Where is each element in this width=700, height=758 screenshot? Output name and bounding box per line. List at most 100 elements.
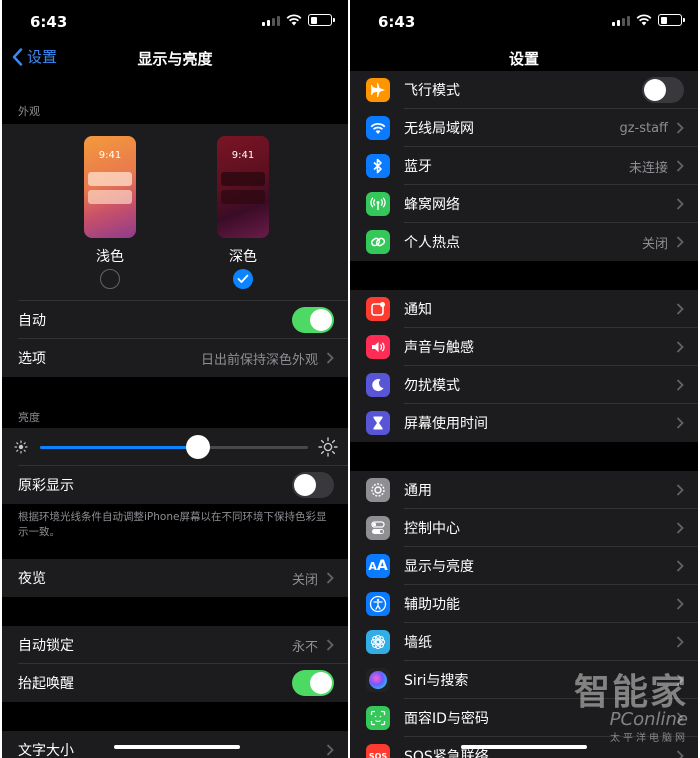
notifications-label: 通知 bbox=[404, 302, 432, 318]
bluetooth-label: 蓝牙 bbox=[404, 159, 432, 175]
auto-toggle[interactable] bbox=[292, 307, 334, 333]
signal-icon bbox=[612, 15, 630, 26]
night-shift-label: 夜览 bbox=[18, 571, 46, 587]
settings-row-wallpaper[interactable]: 墙纸 bbox=[350, 623, 698, 661]
airplane-toggle[interactable] bbox=[642, 77, 684, 103]
settings-row-airplane: 飞行模式 bbox=[350, 71, 698, 109]
light-preview-time: 9:41 bbox=[98, 150, 122, 161]
appearance-header: 外观 bbox=[2, 103, 348, 119]
chevron-right-icon bbox=[676, 417, 684, 429]
chevron-right-icon bbox=[676, 341, 684, 353]
chevron-right-icon bbox=[326, 352, 334, 364]
chevron-right-icon bbox=[676, 303, 684, 315]
status-bar: 6:43 bbox=[350, 0, 698, 40]
auto-lock-row[interactable]: 自动锁定 永不 bbox=[2, 626, 348, 664]
chevron-right-icon bbox=[676, 236, 684, 248]
chevron-right-icon bbox=[676, 750, 684, 758]
text-size-label: 文字大小 bbox=[18, 743, 74, 758]
options-row[interactable]: 选项 日出前保持深色外观 bbox=[2, 339, 348, 377]
home-indicator[interactable] bbox=[114, 745, 240, 749]
control-center-label: 控制中心 bbox=[404, 521, 460, 537]
notifications-icon bbox=[366, 297, 390, 321]
dark-preview[interactable]: 9:41 bbox=[217, 136, 269, 238]
settings-row-screen-time[interactable]: 屏幕使用时间 bbox=[350, 404, 698, 442]
bluetooth-value: 未连接 bbox=[628, 160, 668, 176]
brightness-slider-thumb[interactable] bbox=[186, 435, 211, 459]
chevron-right-icon bbox=[676, 522, 684, 534]
wifi-icon bbox=[366, 116, 390, 140]
hourglass-icon bbox=[366, 411, 390, 435]
moon-icon bbox=[366, 373, 390, 397]
display-label: 显示与亮度 bbox=[404, 559, 474, 575]
chevron-right-icon bbox=[676, 484, 684, 496]
settings-row-wifi[interactable]: 无线局域网 gz-staff bbox=[350, 109, 698, 147]
status-bar: 6:43 bbox=[2, 0, 348, 40]
light-label: 浅色 bbox=[96, 249, 124, 265]
siri-icon bbox=[366, 668, 390, 692]
wifi-status-icon bbox=[286, 14, 302, 26]
chevron-right-icon bbox=[676, 379, 684, 391]
settings-row-sounds[interactable]: 声音与触感 bbox=[350, 328, 698, 366]
airplane-icon bbox=[366, 78, 390, 102]
night-shift-group: 夜览 关闭 bbox=[2, 559, 348, 597]
notifications-group: 通知 声音与触感 勿扰模式 屏幕使用时间 bbox=[350, 290, 698, 442]
text-size-icon: AA bbox=[366, 554, 390, 578]
night-shift-row[interactable]: 夜览 关闭 bbox=[2, 559, 348, 597]
battery-icon bbox=[658, 14, 685, 26]
chevron-right-icon bbox=[676, 560, 684, 572]
accessibility-icon bbox=[366, 592, 390, 616]
page-title: 设置 bbox=[508, 50, 539, 68]
light-radio[interactable] bbox=[100, 269, 120, 289]
cellular-label: 蜂窝网络 bbox=[404, 197, 460, 213]
lock-group: 自动锁定 永不 抬起唤醒 bbox=[2, 626, 348, 702]
dnd-label: 勿扰模式 bbox=[404, 378, 460, 394]
brightness-fill bbox=[40, 446, 199, 449]
dark-preview-time: 9:41 bbox=[231, 150, 255, 161]
settings-row-cellular[interactable]: 蜂窝网络 bbox=[350, 185, 698, 223]
settings-screen: 6:43 设置 飞行模式 无线局域网 gz-staff 蓝牙 未连接 蜂窝网络 … bbox=[350, 0, 698, 758]
hotspot-label: 个人热点 bbox=[404, 235, 460, 251]
wifi-value: gz-staff bbox=[619, 120, 668, 136]
display-brightness-screen: 6:43 设置 显示与亮度 外观 9:41 浅色 9:41 深色 自动 选项 日… bbox=[2, 0, 348, 758]
battery-icon bbox=[308, 14, 335, 26]
status-time: 6:43 bbox=[30, 13, 68, 31]
settings-row-control-center[interactable]: 控制中心 bbox=[350, 509, 698, 547]
chevron-right-icon bbox=[676, 160, 684, 172]
dark-radio[interactable] bbox=[233, 269, 253, 289]
light-preview[interactable]: 9:41 bbox=[84, 136, 136, 238]
watermark: 智能家 PConline 太平洋电脑网 bbox=[573, 672, 688, 745]
settings-row-hotspot[interactable]: 个人热点 关闭 bbox=[350, 223, 698, 261]
signal-icon bbox=[262, 15, 280, 26]
settings-row-notifications[interactable]: 通知 bbox=[350, 290, 698, 328]
home-indicator[interactable] bbox=[461, 745, 587, 749]
settings-row-display[interactable]: AA 显示与亮度 bbox=[350, 547, 698, 585]
options-value: 日出前保持深色外观 bbox=[200, 352, 318, 368]
settings-row-accessibility[interactable]: 辅助功能 bbox=[350, 585, 698, 623]
flower-icon bbox=[366, 630, 390, 654]
settings-row-dnd[interactable]: 勿扰模式 bbox=[350, 366, 698, 404]
chevron-right-icon bbox=[676, 598, 684, 610]
true-tone-row: 原彩显示 bbox=[2, 466, 348, 504]
hotspot-icon bbox=[366, 230, 390, 254]
settings-row-general[interactable]: 通用 bbox=[350, 471, 698, 509]
options-label: 选项 bbox=[18, 351, 46, 367]
sun-small-icon bbox=[14, 440, 28, 454]
true-tone-label: 原彩显示 bbox=[18, 478, 74, 494]
settings-row-bluetooth[interactable]: 蓝牙 未连接 bbox=[350, 147, 698, 185]
night-shift-value: 关闭 bbox=[291, 572, 318, 588]
cellular-icon bbox=[366, 192, 390, 216]
raise-to-wake-toggle[interactable] bbox=[292, 670, 334, 696]
status-time: 6:43 bbox=[378, 13, 416, 31]
airplane-label: 飞行模式 bbox=[404, 83, 460, 99]
brightness-slider-row bbox=[2, 428, 348, 466]
watermark-line1: 智能家 bbox=[573, 672, 688, 713]
speaker-icon bbox=[366, 335, 390, 359]
face-id-icon bbox=[366, 706, 390, 730]
wifi-label: 无线局域网 bbox=[404, 121, 474, 137]
chevron-right-icon bbox=[326, 744, 334, 756]
raise-to-wake-row: 抬起唤醒 bbox=[2, 664, 348, 702]
hotspot-value: 关闭 bbox=[641, 236, 668, 252]
true-tone-toggle[interactable] bbox=[292, 472, 334, 498]
true-tone-footnote: 根据环境光线条件自动调整iPhone屏幕以在不同环境下保持色彩显示一致。 bbox=[18, 511, 327, 538]
chevron-right-icon bbox=[676, 198, 684, 210]
